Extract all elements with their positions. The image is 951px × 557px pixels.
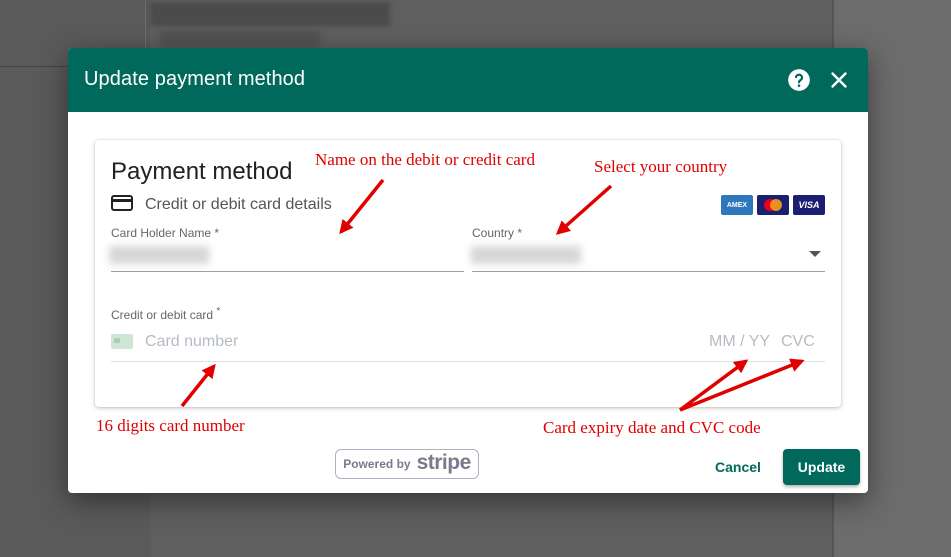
card-holder-name-underline — [111, 271, 464, 272]
background-blurred-text — [160, 30, 320, 48]
powered-by-text: Powered by — [343, 457, 411, 471]
card-holder-name-input[interactable] — [109, 246, 209, 264]
country-select[interactable] — [471, 246, 581, 264]
help-circle-icon — [788, 69, 810, 91]
credit-card-label-text: Credit or debit card — [111, 308, 214, 322]
card-cvc-input[interactable] — [779, 330, 823, 354]
required-marker: * — [216, 306, 221, 317]
annotation-expiry-note: Card expiry date and CVC code — [543, 418, 761, 437]
card-number-underline — [111, 361, 825, 362]
cancel-button[interactable]: Cancel — [704, 452, 772, 482]
dialog-title: Update payment method — [84, 68, 306, 90]
close-icon — [831, 72, 847, 88]
close-button[interactable] — [826, 67, 852, 93]
card-title: Payment method — [111, 158, 293, 185]
amex-logo: AMEX — [721, 195, 753, 215]
visa-logo: VISA — [793, 195, 825, 215]
country-underline — [472, 271, 825, 272]
credit-card-label: Credit or debit card * — [111, 306, 220, 322]
help-button[interactable] — [786, 67, 812, 93]
background-blurred-text — [150, 2, 390, 26]
country-label: Country * — [472, 226, 523, 240]
payment-method-card: Payment method Credit or debit card deta… — [95, 140, 841, 407]
powered-by-stripe-badge[interactable]: Powered by stripe — [335, 449, 479, 479]
annotation-name-note: Name on the debit or credit card — [315, 150, 535, 169]
card-placeholder-icon — [111, 334, 133, 349]
dialog-header: Update payment method — [68, 48, 868, 112]
card-brands: AMEX VISA — [721, 195, 825, 215]
chevron-down-icon[interactable] — [809, 251, 821, 257]
mastercard-logo — [757, 195, 789, 215]
credit-card-icon — [111, 195, 133, 211]
annotation-country-note: Select your country — [594, 157, 728, 176]
card-number-input[interactable] — [143, 330, 647, 354]
update-button[interactable]: Update — [783, 449, 860, 485]
card-subtitle: Credit or debit card details — [145, 196, 332, 213]
stripe-logo: stripe — [416, 450, 472, 474]
card-expiry-input[interactable] — [707, 330, 777, 354]
annotation-card-number-note: 16 digits card number — [96, 416, 245, 435]
card-holder-name-label: Card Holder Name * — [111, 226, 220, 240]
